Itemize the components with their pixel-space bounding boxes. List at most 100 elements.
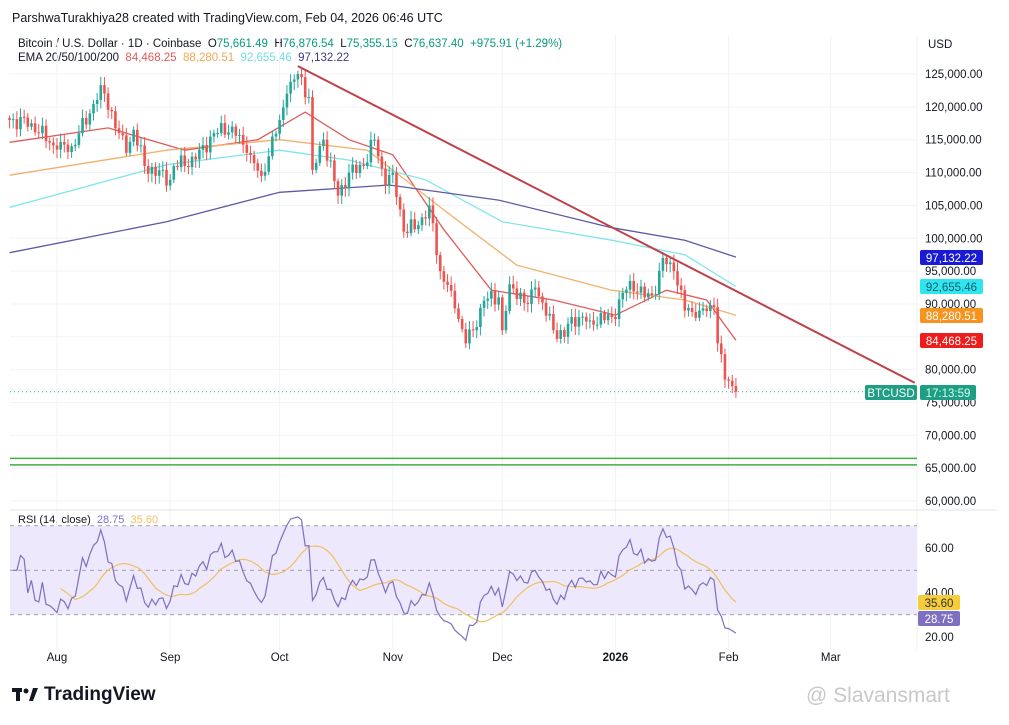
candle-body [625,289,628,293]
candle-body [690,307,694,312]
candle-body [365,162,369,166]
candle-body [41,125,44,134]
candle-body [402,209,406,232]
candle-body [406,231,409,233]
chart-canvas[interactable]: 125,000.00 120,000.00 115,000.00 110,000.00… [0,0,1009,725]
candle-body [303,77,307,98]
candle-body [712,304,716,308]
candle-body [52,142,55,146]
candle-body [687,307,690,311]
candle-body [249,152,252,156]
candle-body [66,144,70,152]
candle-body [187,166,190,168]
price-tick-label: 100,000.00 [925,233,983,245]
candle-body [490,291,493,299]
candle-body [347,172,351,189]
candle-body [709,304,712,312]
candle-body [73,144,77,147]
candle-body [544,302,548,316]
candle-body [128,141,132,153]
price-tick-label: 120,000.00 [925,102,983,114]
candle-body [577,317,581,327]
candle-body [409,219,413,233]
ema20-badge: 84,468.25 [926,336,977,348]
candle-body [519,292,522,300]
price-tick-label: 70,000.00 [925,430,976,442]
candle-body [698,310,701,318]
candle-body [603,312,606,321]
ema50-badge: 88,280.51 [926,311,977,323]
candle-body [322,139,325,147]
candle-body [227,132,230,135]
symbol-badge: BTCUSD [867,388,914,400]
candle-body [300,74,303,78]
candle-body [329,160,333,162]
candle-body [146,165,150,174]
price-tick-label: 105,000.00 [925,200,983,212]
candle-body [267,156,270,172]
candle-body [263,171,267,176]
candle-body [117,128,121,134]
candle-body [212,133,216,137]
candle-body [48,141,51,143]
candle-body [559,330,562,339]
time-label: 2026 [603,652,629,664]
candle-body [654,294,657,296]
candle-body [639,286,643,293]
time-label: Aug [47,652,67,664]
candle-body [501,297,504,331]
candle-body [340,184,343,196]
ema100-badge: 92,655.46 [926,282,977,294]
candle-body [486,298,489,301]
candle-body [555,330,559,339]
candle-body [136,129,139,146]
candle-body [701,308,705,311]
price-tick-label: 95,000.00 [925,266,976,278]
candle-body [632,280,635,292]
candle-body [271,136,274,157]
candle-body [650,293,654,296]
candle-body [92,103,95,114]
candle-body [252,155,256,164]
candle-body [132,129,135,142]
candle-body [139,145,143,147]
candle-body [566,323,570,337]
candle-body [70,146,73,152]
candle-body [475,327,479,331]
candle-body [453,290,457,309]
time-label: Nov [383,652,404,664]
candle-body [574,317,577,327]
candle-body [168,179,172,186]
candle-body [198,149,201,160]
price-tick-label: 65,000.00 [925,463,976,475]
candle-body [81,117,84,134]
candle-body [391,172,395,175]
candle-body [77,133,81,145]
candle-body [482,300,486,308]
candle-body [314,162,318,170]
candle-body [11,119,15,121]
candle-body [720,343,723,355]
candle-body [285,93,289,108]
candle-body [234,126,238,136]
candle-body [716,307,719,344]
candle-body [165,169,168,186]
candle-body [621,292,625,300]
candle-body [19,116,22,130]
tradingview-logo: TradingView [12,684,156,706]
candle-body [296,74,300,80]
candle-body [493,291,497,305]
candle-body [369,139,373,163]
candle-body [143,145,146,166]
candle-body [355,164,358,174]
candle-body [325,139,329,161]
candle-body [154,166,157,176]
candle-body [172,165,176,180]
candle-body [420,217,424,226]
candle-body [59,142,62,150]
candle-body [417,225,420,230]
candle-body [628,280,632,290]
tradingview-logo-icon [12,688,38,701]
candle-body [384,168,387,186]
candle-body [376,139,380,157]
